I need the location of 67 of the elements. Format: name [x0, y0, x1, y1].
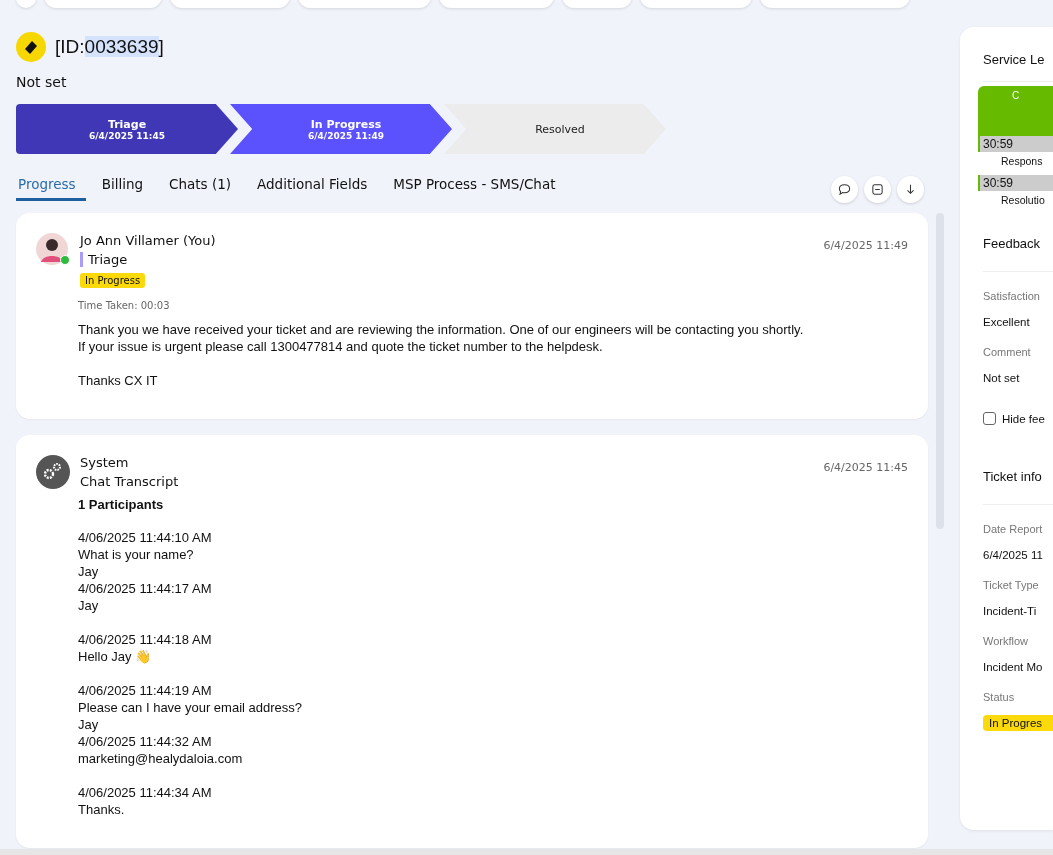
ticket-icon: [16, 32, 46, 62]
message-line: Thanks CX IT: [78, 372, 159, 389]
ticket-id: [ID:0033639]: [55, 36, 164, 58]
ticket-subtitle: Not set: [16, 74, 68, 90]
message-line: marketing@healydaloia.com: [78, 750, 244, 767]
field-value: Incident-Ti: [983, 605, 1038, 617]
field-label: Comment: [983, 346, 1032, 358]
message-line: Please can I have your email address?: [78, 699, 303, 716]
field-value: Not set: [983, 372, 1021, 384]
checkbox[interactable]: [983, 412, 996, 425]
time-taken: Time Taken: 00:03: [78, 300, 171, 311]
collapse-icon: [871, 183, 884, 196]
timestamp: 6/4/2025 11:49: [823, 239, 908, 254]
field-value: 6/4/2025 11: [983, 549, 1044, 561]
message-line: 4/06/2025 11:44:10 AM: [78, 529, 213, 546]
author-name: System: [80, 455, 129, 470]
section-title: Service Le: [983, 52, 1053, 82]
stage-step[interactable]: Resolved: [444, 104, 666, 154]
message-line: 4/06/2025 11:44:18 AM: [78, 631, 213, 648]
tab[interactable]: MSP Process - SMS/Chat: [391, 170, 566, 201]
message-line: Thanks.: [78, 801, 126, 818]
message-line: Jay: [78, 563, 100, 580]
tab[interactable]: Additional Fields: [255, 170, 378, 201]
status-badge: In Progress: [80, 273, 146, 288]
stage-label: Triage: [80, 252, 128, 267]
collapse-button[interactable]: [864, 176, 891, 203]
stage-step[interactable]: Triage 6/4/2025 11:45: [16, 104, 238, 154]
entry-title: Chat Transcript: [80, 474, 179, 489]
message-line: What is your name?: [78, 546, 195, 563]
section-title: Feedback: [983, 236, 1053, 272]
checkbox-label[interactable]: Hide fee: [1002, 412, 1045, 425]
timer-label: Resolutio: [1001, 194, 1046, 206]
comment-icon: [838, 183, 851, 196]
message-line: 4/06/2025 11:44:17 AM: [78, 580, 213, 597]
field-label: Date Report: [983, 523, 1044, 535]
field-label: Satisfaction: [983, 290, 1041, 302]
section-title: Ticket info: [983, 469, 1053, 505]
download-button[interactable]: [897, 176, 924, 203]
message-line: 4/06/2025 11:44:19 AM: [78, 682, 213, 699]
field-label: Status: [983, 691, 1016, 703]
field-value: Excellent: [983, 316, 1031, 328]
tab[interactable]: Billing: [99, 170, 153, 201]
message-line: Hello Jay 👋: [78, 648, 153, 665]
stage-step[interactable]: In Progress 6/4/2025 11:49: [230, 104, 452, 154]
status-badge: In Progres: [983, 715, 1053, 731]
message-line: If your issue is urgent please call 1300477814 and quote the ticket number to the helpdesk.: [78, 338, 604, 355]
timer-bar: 30:59: [978, 136, 1053, 152]
download-icon: [904, 183, 917, 196]
field-value: Incident Mo: [983, 661, 1044, 673]
message-line: Thank you we have received your ticket and are reviewing the information. One of our engineers will be contacting you shortly.: [78, 321, 805, 338]
message-line: Jay: [78, 716, 100, 733]
author-name: Jo Ann Villamer (You): [80, 233, 216, 248]
field-label: Workflow: [983, 635, 1030, 647]
field-label: Ticket Type: [983, 579, 1040, 591]
tab[interactable]: Chats (1): [167, 170, 241, 201]
comment-button[interactable]: [831, 176, 858, 203]
message-line: 4/06/2025 11:44:34 AM: [78, 784, 213, 801]
message-line: 4/06/2025 11:44:32 AM: [78, 733, 213, 750]
participants-heading: 1 Participants: [78, 497, 165, 512]
gears-icon: [36, 455, 70, 489]
sla-title: C: [1011, 90, 1020, 103]
timestamp: 6/4/2025 11:45: [823, 461, 908, 476]
message-line: Jay: [78, 597, 100, 614]
avatar: [36, 233, 68, 265]
tab[interactable]: Progress: [16, 170, 86, 201]
timer-label: Respons: [1001, 155, 1044, 167]
timer-bar: 30:59: [978, 175, 1053, 191]
